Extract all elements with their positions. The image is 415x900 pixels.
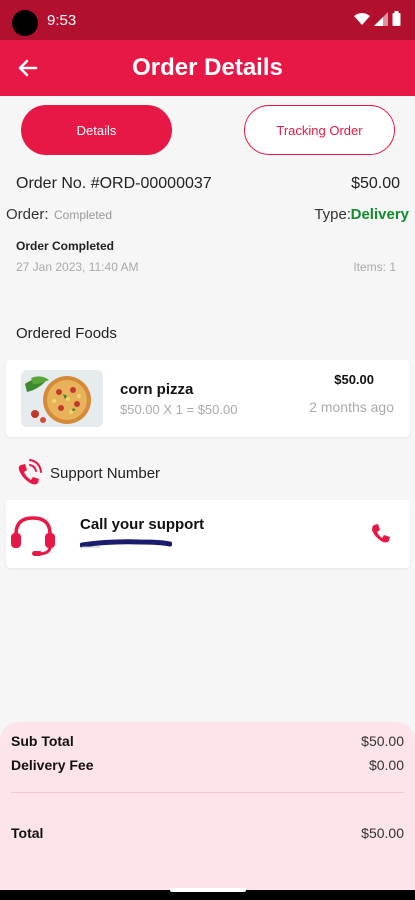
total-label: Total xyxy=(11,825,44,841)
battery-icon xyxy=(392,11,401,26)
order-type: Delivery xyxy=(350,206,409,223)
camera-cutout xyxy=(12,10,38,36)
items-count: Items: 1 xyxy=(353,260,396,274)
order-date: 27 Jan 2023, 11:40 AM xyxy=(16,260,139,274)
delivery-fee-row: Delivery Fee $0.00 xyxy=(11,757,404,773)
signal-icon xyxy=(374,11,388,26)
order-status-label: Order: xyxy=(6,206,49,223)
status-icons xyxy=(354,11,401,26)
total-row: Total $50.00 xyxy=(11,825,404,841)
pizza-image xyxy=(21,370,103,427)
order-total: $50.00 xyxy=(351,175,400,192)
tab-tracking-order[interactable]: Tracking Order xyxy=(244,105,395,155)
summary-divider xyxy=(11,792,404,793)
order-completed-title: Order Completed xyxy=(16,239,115,253)
home-gesture-handle[interactable] xyxy=(170,888,246,892)
app-bar: Order Details xyxy=(0,40,415,96)
order-status: Completed xyxy=(54,208,113,222)
ordered-foods-title: Ordered Foods xyxy=(16,325,117,342)
food-price: $50.00 xyxy=(334,372,374,387)
redacted-phone-number xyxy=(80,539,172,548)
support-number-title: Support Number xyxy=(50,465,161,482)
tab-details[interactable]: Details xyxy=(21,105,172,155)
status-bar: 9:53 xyxy=(0,0,415,40)
subtotal-value: $50.00 xyxy=(361,733,404,749)
call-phone-icon[interactable] xyxy=(370,522,392,544)
delivery-fee-label: Delivery Fee xyxy=(11,757,94,773)
food-quantity: $50.00 X 1 = $50.00 xyxy=(120,402,238,417)
headset-icon xyxy=(11,516,55,556)
status-time: 9:53 xyxy=(47,12,77,29)
subtotal-row: Sub Total $50.00 xyxy=(11,733,404,749)
delivery-fee-value: $0.00 xyxy=(368,757,404,773)
total-value: $50.00 xyxy=(361,825,404,841)
order-number: Order No. #ORD-00000037 xyxy=(16,175,212,192)
food-time: 2 months ago xyxy=(309,399,394,415)
food-name: corn pizza xyxy=(120,381,194,398)
food-item-card[interactable]: corn pizza $50.00 X 1 = $50.00 $50.00 2 … xyxy=(6,360,410,437)
page-title: Order Details xyxy=(132,54,283,81)
phone-ringing-icon xyxy=(18,459,42,485)
wifi-icon xyxy=(354,12,370,25)
subtotal-label: Sub Total xyxy=(11,733,74,749)
call-support-title: Call your support xyxy=(80,516,205,533)
order-type-label: Type: xyxy=(314,206,351,223)
order-summary: Sub Total $50.00 Delivery Fee $0.00 Tota… xyxy=(0,722,415,890)
support-card[interactable]: Call your support xyxy=(6,500,410,568)
